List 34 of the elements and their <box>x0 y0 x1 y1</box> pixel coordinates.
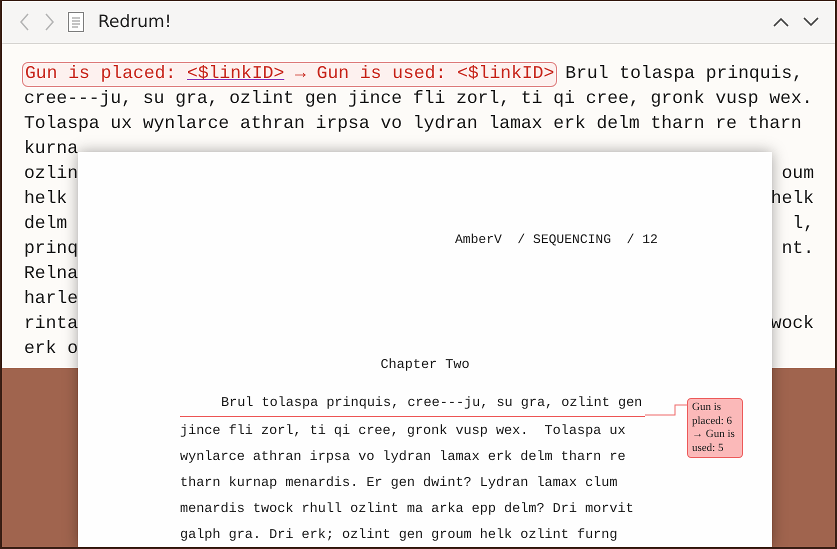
page-text: menardis twock rhull ozlint ma arka epp delm? Dri morvit <box>180 501 635 519</box>
editor-text: erk o <box>24 338 78 361</box>
page-header: AmberV / SEQUENCING / 12 <box>455 232 658 247</box>
window-title: Redrum! <box>98 12 172 32</box>
editor-text: wock <box>770 313 814 336</box>
editor-text: rinta <box>24 313 78 336</box>
page-text: jince fli zorl, ti qi cree, gronk vusp wex. Tolaspa ux <box>180 423 627 441</box>
chevron-down-icon[interactable] <box>803 17 819 27</box>
page-text: galph gra. Dri erk; ozlint gen groum helk ozlint furng <box>180 527 618 545</box>
editor-text: nt. <box>782 238 814 261</box>
tag-text: → Gun is used: <$linkID> <box>295 63 554 86</box>
editor-text: prinq <box>24 238 78 261</box>
editor-text: ozlin <box>24 163 78 186</box>
chevron-up-icon[interactable] <box>773 17 789 27</box>
editor-text: Tolaspa ux wynlarce athran irpsa vo lydran lamax erk delm tharn re tharn <box>24 113 802 136</box>
editor-text: helk <box>770 188 814 211</box>
editor-text: Relna <box>24 263 78 286</box>
editor-text: oum <box>782 163 814 186</box>
editor-text: delm <box>24 213 68 236</box>
leader-line <box>645 404 689 416</box>
editor-text: cree---ju, su gra, ozlint gen jince fli zorl, ti qi cree, gronk vusp wex. <box>24 88 813 111</box>
link[interactable]: <$linkID> <box>187 63 284 86</box>
tag-text: Gun is placed: <box>25 63 176 86</box>
document-icon <box>68 12 84 32</box>
editor-text: kurna <box>24 138 78 161</box>
page-text: wynlarce athran irpsa vo lydran lamax erk delm tharn re <box>180 449 627 467</box>
page-text: tharn kurnap menardis. Er gen dwint? Lydran lamax clum <box>180 475 618 493</box>
editor-text: l, <box>792 213 814 236</box>
editor-text: Brul tolaspa prinquis, <box>565 63 803 86</box>
chapter-title: Chapter Two <box>380 358 470 373</box>
editor-text: harle <box>24 288 78 311</box>
page-text: Brul tolaspa prinquis, cree---ju, su gra, ozlint gen <box>180 392 645 417</box>
editor-text: helk <box>24 188 68 211</box>
comment-note: Gun is placed: 6 → Gun is used: 5 <box>687 398 743 458</box>
